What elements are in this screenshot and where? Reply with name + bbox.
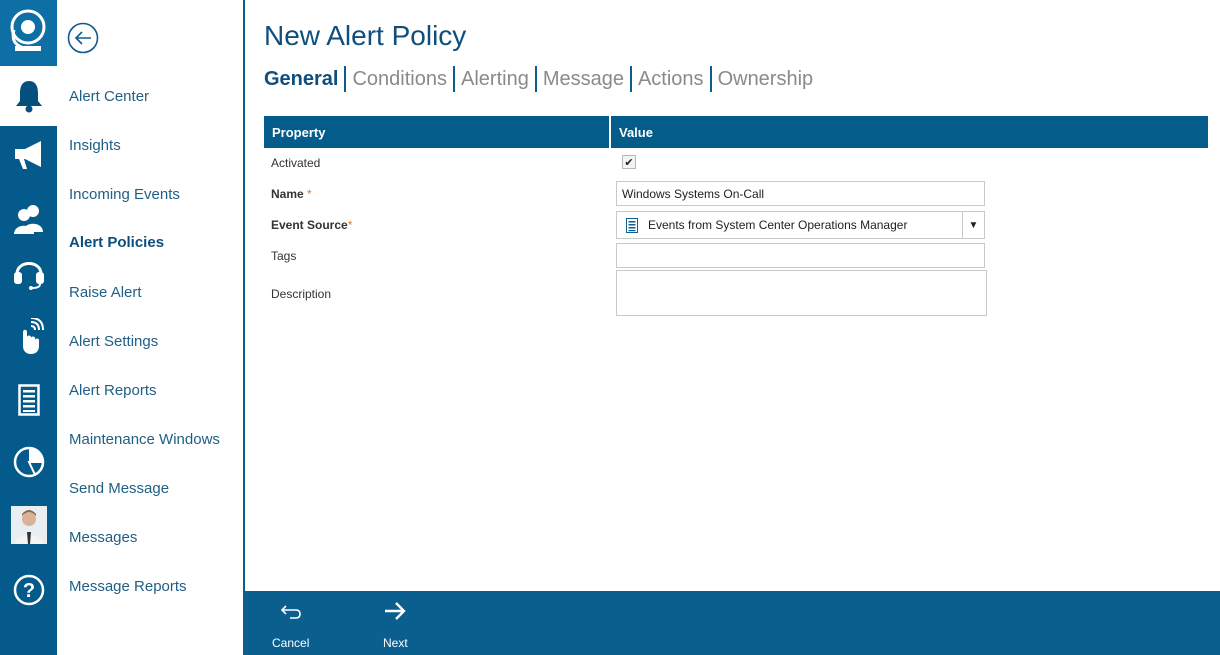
- event-source-value: Events from System Center Operations Man…: [648, 218, 908, 232]
- name-label-text: Name: [271, 187, 304, 201]
- tab-general[interactable]: General: [264, 68, 338, 91]
- event-source-select[interactable]: Events from System Center Operations Man…: [616, 211, 985, 239]
- tab-alerting[interactable]: Alerting: [461, 68, 529, 91]
- name-input[interactable]: Windows Systems On-Call: [616, 181, 985, 206]
- svg-text:?: ?: [22, 580, 34, 602]
- activated-label: Activated: [271, 156, 321, 170]
- event-source-label: Event Source*: [271, 218, 352, 232]
- tab-conditions[interactable]: Conditions: [352, 68, 447, 91]
- menu-item-alert-center[interactable]: Alert Center: [69, 88, 149, 105]
- document-icon[interactable]: [0, 375, 57, 424]
- event-source-label-text: Event Source: [271, 218, 348, 232]
- undo-arrow-icon: [280, 596, 302, 626]
- app-logo[interactable]: [0, 0, 57, 66]
- right-arrow-icon: [383, 596, 407, 626]
- menu-item-incoming-events[interactable]: Incoming Events: [69, 186, 180, 203]
- cancel-label: Cancel: [272, 636, 310, 650]
- tab-separator: [453, 66, 455, 92]
- next-button[interactable]: Next: [383, 596, 408, 650]
- description-label: Description: [271, 287, 332, 301]
- cancel-button[interactable]: Cancel: [272, 596, 309, 650]
- logo-icon: [10, 9, 46, 51]
- headset-icon[interactable]: [0, 247, 57, 296]
- name-label: Name *: [271, 187, 312, 201]
- tab-actions[interactable]: Actions: [638, 68, 704, 91]
- event-source-document-icon: [626, 217, 638, 233]
- next-label: Next: [383, 636, 408, 650]
- tab-message[interactable]: Message: [543, 68, 624, 91]
- users-icon[interactable]: [0, 193, 57, 242]
- touch-wave-icon[interactable]: [0, 312, 57, 361]
- icon-rail: ?: [0, 0, 57, 655]
- tab-bar: General Conditions Alerting Message Acti…: [264, 66, 813, 92]
- tab-separator: [534, 66, 537, 92]
- megaphone-icon[interactable]: [0, 130, 57, 179]
- property-column-header: Property: [264, 116, 609, 148]
- pie-chart-icon[interactable]: [0, 437, 57, 486]
- user-avatar[interactable]: [0, 500, 57, 549]
- tab-separator: [629, 66, 632, 92]
- description-textarea[interactable]: [616, 270, 987, 316]
- back-arrow-icon: [67, 22, 99, 54]
- help-icon[interactable]: ?: [0, 565, 57, 614]
- menu-item-maintenance-windows[interactable]: Maintenance Windows: [69, 431, 220, 448]
- menu-divider: [243, 0, 245, 655]
- required-mark: *: [307, 187, 312, 201]
- menu-item-raise-alert[interactable]: Raise Alert: [69, 284, 142, 301]
- tags-input[interactable]: [616, 243, 985, 268]
- tab-separator: [344, 66, 347, 92]
- menu-item-message-reports[interactable]: Message Reports: [69, 578, 187, 595]
- checkmark-icon: ✔: [624, 156, 634, 169]
- menu-item-insights[interactable]: Insights: [69, 137, 121, 154]
- menu-item-messages[interactable]: Messages: [69, 529, 137, 546]
- menu-item-alert-policies[interactable]: Alert Policies: [69, 234, 164, 251]
- back-button[interactable]: [67, 22, 99, 54]
- bell-icon[interactable]: [0, 71, 57, 120]
- tab-ownership[interactable]: Ownership: [718, 68, 814, 91]
- page-title: New Alert Policy: [264, 20, 467, 51]
- value-column-header: Value: [611, 116, 1208, 148]
- activated-checkbox[interactable]: ✔: [622, 155, 636, 169]
- tab-separator: [709, 66, 712, 92]
- dropdown-arrow-icon[interactable]: ▼: [962, 212, 984, 238]
- menu-item-send-message[interactable]: Send Message: [69, 480, 169, 497]
- menu-item-alert-settings[interactable]: Alert Settings: [69, 333, 158, 350]
- menu-item-alert-reports[interactable]: Alert Reports: [69, 382, 157, 399]
- tags-label: Tags: [271, 249, 297, 263]
- required-mark: *: [347, 218, 353, 232]
